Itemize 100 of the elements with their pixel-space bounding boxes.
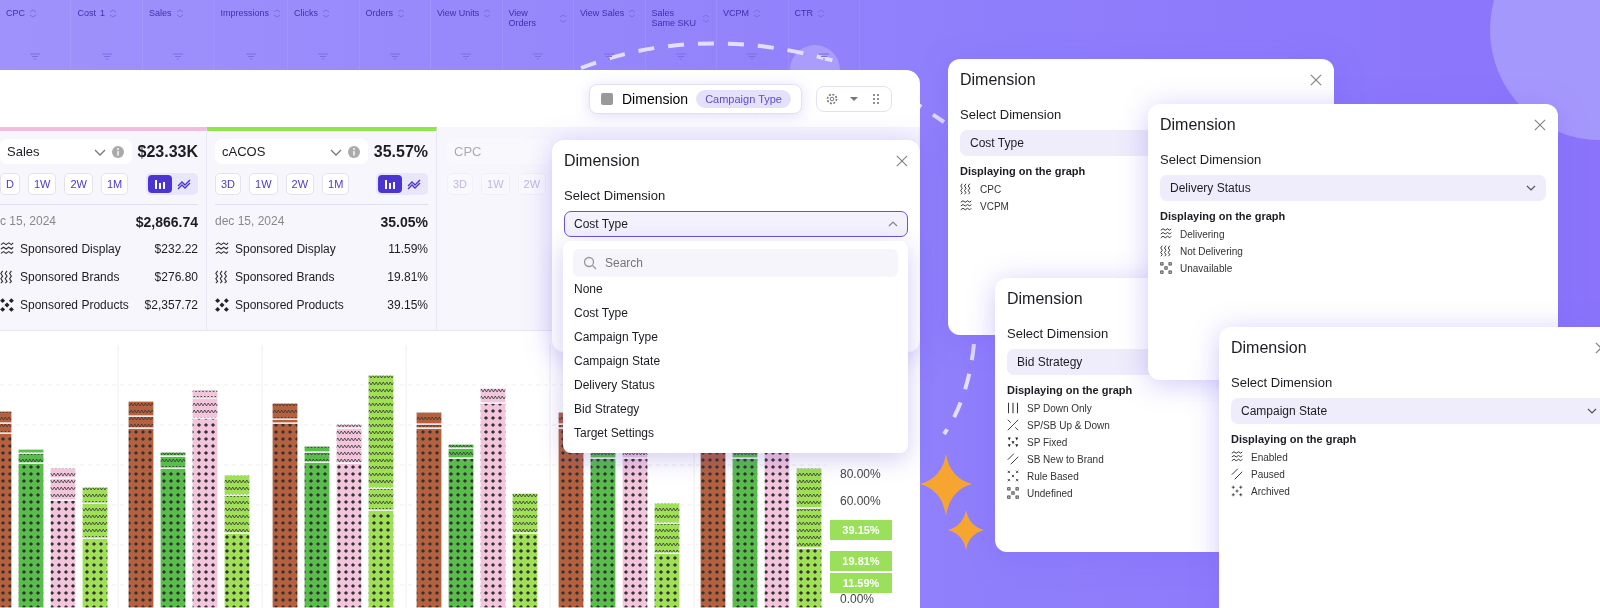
- series-value: $2,357.72: [144, 297, 198, 312]
- period-button[interactable]: 2W: [64, 173, 93, 195]
- chart-type-toggle[interactable]: [378, 175, 402, 193]
- info-icon: [346, 144, 361, 159]
- legend-label: Not Delivering: [1180, 245, 1243, 257]
- legend-label: SB New to Brand: [1027, 453, 1104, 465]
- date-label: dec 15, 2024: [215, 214, 285, 230]
- field-label: Select Dimension: [1007, 326, 1110, 341]
- search-icon: [583, 256, 597, 270]
- dropdown-option[interactable]: Bid Strategy: [573, 397, 898, 421]
- pattern-icon: [1160, 228, 1172, 240]
- column-header[interactable]: Impressions: [220, 8, 269, 18]
- filter-icon[interactable]: [675, 53, 686, 60]
- filter-icon[interactable]: [532, 53, 543, 60]
- sort-icon[interactable]: [273, 8, 281, 18]
- filter-icon[interactable]: [173, 53, 184, 60]
- series-value: $232.22: [154, 241, 198, 256]
- metric-total: 35.57%: [373, 142, 428, 161]
- bar-chart-icon: [383, 177, 397, 191]
- period-button[interactable]: 1W: [27, 173, 57, 195]
- period-button[interactable]: 1W: [249, 173, 278, 195]
- filter-icon[interactable]: [101, 53, 112, 60]
- series-value: 39.15%: [387, 297, 428, 312]
- dimension-button[interactable]: Dimension Campaign Type: [589, 83, 802, 114]
- series-label: Sponsored Brands: [20, 269, 121, 284]
- pattern-icon: [1007, 453, 1019, 465]
- search-field[interactable]: Search: [573, 249, 898, 277]
- legend-title: Displaying on the graph: [1160, 210, 1287, 222]
- filter-icon[interactable]: [318, 53, 329, 60]
- pattern-icon: [215, 269, 229, 284]
- dropdown-option[interactable]: Target Settings: [573, 421, 898, 445]
- pattern-icon: [1007, 436, 1019, 448]
- legend-label: CPC: [980, 183, 1002, 195]
- legend-label: Delivering: [1180, 228, 1225, 240]
- legend-title: Displaying on the graph: [1007, 384, 1134, 396]
- legend-label: Rule Based: [1027, 470, 1079, 482]
- legend-label: Unavailable: [1180, 262, 1233, 274]
- filter-icon[interactable]: [461, 53, 472, 60]
- pattern-icon: [215, 241, 229, 256]
- filter-icon[interactable]: [747, 53, 758, 60]
- dropdown-option[interactable]: Campaign State: [573, 349, 898, 373]
- filter-icon[interactable]: [389, 53, 400, 60]
- dimension-select[interactable]: Campaign State: [1231, 398, 1600, 424]
- filter-icon[interactable]: [604, 53, 615, 60]
- series-value: $276.80: [154, 269, 198, 284]
- sort-order: 1: [100, 8, 105, 18]
- sort-icon[interactable]: [322, 8, 330, 18]
- dropdown-option[interactable]: Campaign Type: [573, 325, 898, 349]
- column-header[interactable]: Sales: [149, 8, 172, 18]
- period-button[interactable]: D: [0, 173, 20, 195]
- filter-icon[interactable]: [30, 53, 41, 60]
- pattern-icon: [1160, 245, 1172, 257]
- chevron-down-icon: [1587, 408, 1597, 414]
- pattern-icon: [1160, 262, 1172, 274]
- period-button[interactable]: 2W: [285, 173, 315, 195]
- legend-label: Paused: [1251, 468, 1285, 480]
- period-button[interactable]: 3D: [215, 173, 242, 195]
- metric-select[interactable]: Sales: [0, 139, 132, 164]
- sort-icon[interactable]: [29, 8, 37, 18]
- dropdown-option[interactable]: Cost Type: [573, 301, 898, 325]
- field-label: Select Dimension: [564, 188, 667, 203]
- sort-icon[interactable]: [397, 8, 405, 18]
- pattern-icon: [0, 241, 14, 256]
- metric-select[interactable]: cACOS: [215, 139, 368, 164]
- sort-icon[interactable]: [109, 8, 117, 18]
- dialog-title: Dimension: [1231, 339, 1307, 357]
- close-icon[interactable]: [1310, 74, 1322, 86]
- close-icon[interactable]: [1534, 119, 1546, 131]
- column-header[interactable]: CPC: [6, 8, 25, 18]
- axis-label: 80.00%: [840, 467, 881, 481]
- dropdown-option[interactable]: Delivery Status: [573, 373, 898, 397]
- value-tag: 11.59%: [830, 573, 892, 593]
- series-label: Sponsored Display: [20, 241, 122, 256]
- value-tag: 39.15%: [830, 520, 892, 540]
- close-icon[interactable]: [896, 155, 908, 167]
- dimension-select[interactable]: Delivery Status: [1160, 175, 1546, 201]
- filter-icon[interactable]: [818, 53, 829, 60]
- field-label: Select Dimension: [1231, 375, 1334, 390]
- chart-type-toggle[interactable]: [148, 175, 172, 193]
- settings-icon[interactable]: [825, 91, 839, 106]
- dimension-select[interactable]: Cost Type: [564, 211, 908, 237]
- line-chart-icon: [177, 177, 191, 191]
- pattern-icon: [215, 297, 229, 312]
- axis-label: 0.00%: [840, 592, 875, 606]
- series-value: 19.81%: [387, 269, 428, 284]
- dropdown-option[interactable]: None: [573, 277, 898, 301]
- period-button[interactable]: 1M: [322, 173, 350, 195]
- period-button[interactable]: 1M: [100, 173, 129, 195]
- date-label: c 15, 2024: [0, 214, 57, 230]
- series-label: Sponsored Products: [20, 297, 130, 312]
- column-header[interactable]: Clicks: [294, 8, 318, 18]
- legend-label: SP Fixed: [1027, 436, 1068, 448]
- pattern-icon: [1231, 485, 1243, 497]
- sort-icon[interactable]: [175, 8, 184, 18]
- filter-icon[interactable]: [245, 53, 256, 60]
- dialog-title: Dimension: [564, 152, 640, 170]
- pattern-icon: [1007, 470, 1019, 482]
- line-chart-icon: [407, 177, 421, 191]
- column-header[interactable]: Cost: [77, 8, 96, 18]
- pattern-icon: [1007, 402, 1019, 414]
